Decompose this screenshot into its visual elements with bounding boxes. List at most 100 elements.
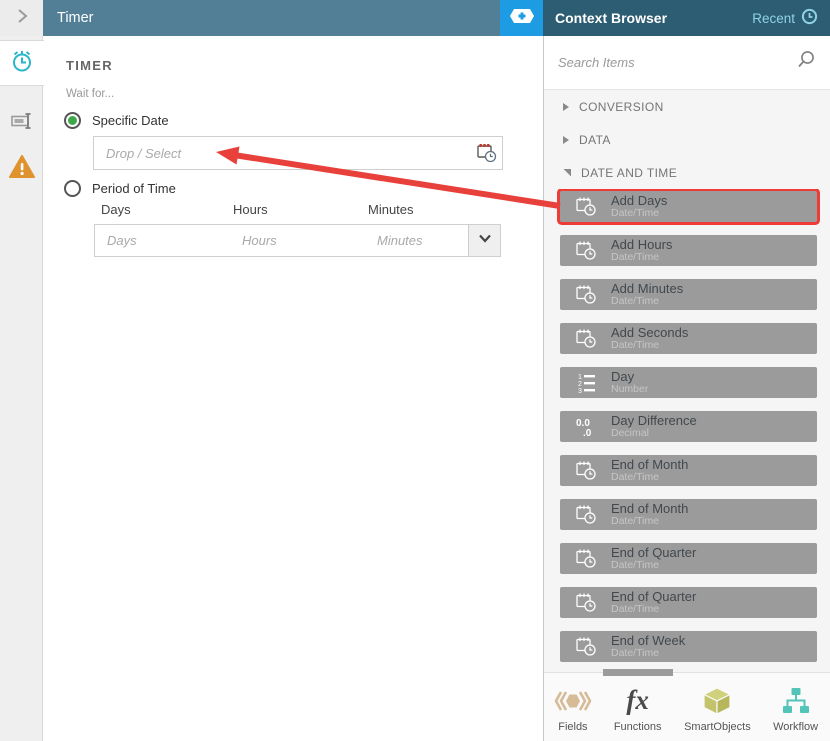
days-label: Days xyxy=(101,202,131,217)
list-item-end-of-quarter[interactable]: End of Quarter Date/Time xyxy=(560,587,817,618)
list-item-add-minutes[interactable]: Add Minutes Date/Time xyxy=(560,279,817,310)
item-type: Date/Time xyxy=(611,647,660,660)
item-type: Date/Time xyxy=(611,207,660,220)
calendar-clock-icon xyxy=(574,239,598,263)
list-item-add-seconds[interactable]: Add Seconds Date/Time xyxy=(560,323,817,354)
chevron-right-icon xyxy=(11,5,33,32)
list-item-add-days[interactable]: Add Days Date/Time xyxy=(560,191,817,222)
list-item-day-difference[interactable]: 0.0.0 Day Difference Decimal xyxy=(560,411,817,442)
svg-text:1: 1 xyxy=(578,374,582,381)
recent-button[interactable]: Recent xyxy=(752,8,818,28)
item-type: Date/Time xyxy=(611,515,660,528)
timer-panel-title: Timer xyxy=(43,0,500,36)
list-item-end-of-month[interactable]: End of Month Date/Time xyxy=(560,455,817,486)
context-browser-panel: CONVERSION DATA DATE AND TIME Add DaysDa… xyxy=(543,36,830,741)
svg-text:3: 3 xyxy=(578,388,582,394)
active-tab-indicator xyxy=(603,669,673,676)
item-title: Add Minutes xyxy=(611,280,684,296)
calendar-clock-icon xyxy=(574,327,598,351)
tab-label: Workflow xyxy=(773,720,819,733)
app-window: Timer Context Browser Recent TIMER Wait … xyxy=(0,0,830,741)
item-title: End of Week xyxy=(611,632,686,648)
list-item-add-hours[interactable]: Add Hours Date/Time xyxy=(560,235,817,266)
tab-workflow[interactable]: Workflow xyxy=(761,673,830,741)
section-label: DATA xyxy=(579,132,611,147)
item-type: Date/Time xyxy=(611,471,660,484)
wait-for-label: Wait for... xyxy=(66,88,115,100)
option-period-of-time[interactable]: Period of Time xyxy=(64,180,176,197)
svg-text:2: 2 xyxy=(578,381,582,388)
item-title: End of Month xyxy=(611,500,689,516)
item-title: End of Month xyxy=(611,456,689,472)
workflow-icon xyxy=(781,686,811,716)
tab-fields[interactable]: Fields xyxy=(544,673,602,741)
item-type: Decimal xyxy=(611,427,649,440)
section-data[interactable]: DATA xyxy=(544,123,830,156)
item-title: End of Quarter xyxy=(611,588,697,604)
item-type: Number xyxy=(611,383,649,396)
tag-plus-icon xyxy=(509,8,535,29)
smartobjects-icon xyxy=(701,686,733,716)
search-input[interactable] xyxy=(558,55,796,70)
list-item-end-of-quarter[interactable]: End of Quarter Date/Time xyxy=(560,543,817,574)
timer-icon xyxy=(9,48,35,79)
chevron-down-icon xyxy=(477,230,493,251)
tab-label: SmartObjects xyxy=(684,720,751,733)
sidebar-tab-timer[interactable] xyxy=(0,40,44,86)
panel-heading: TIMER xyxy=(66,58,113,73)
item-type: Date/Time xyxy=(611,295,660,308)
option-label: Specific Date xyxy=(92,113,169,128)
header-bar: Timer Context Browser Recent xyxy=(0,0,830,36)
search-bar xyxy=(544,36,830,90)
recent-label: Recent xyxy=(752,10,795,26)
list-item-day[interactable]: 123 Day Number xyxy=(560,367,817,398)
option-label: Period of Time xyxy=(92,181,176,196)
minutes-dropdown-button[interactable] xyxy=(468,225,500,256)
item-title: End of Quarter xyxy=(611,544,697,560)
hours-input[interactable] xyxy=(230,225,365,256)
item-title: Add Days xyxy=(611,192,668,208)
calendar-clock-icon xyxy=(574,503,598,527)
list-item-end-of-week[interactable]: End of Week Date/Time xyxy=(560,631,817,662)
radio-specific-date[interactable] xyxy=(64,112,81,129)
list-item-end-of-month[interactable]: End of Month Date/Time xyxy=(560,499,817,530)
item-title: Add Seconds xyxy=(611,324,689,340)
collapse-panel-button[interactable] xyxy=(0,0,43,36)
radio-period-of-time[interactable] xyxy=(64,180,81,197)
sidebar-tab-warnings[interactable] xyxy=(0,146,43,192)
section-date-and-time[interactable]: DATE AND TIME xyxy=(544,156,830,189)
tab-functions[interactable]: fx Functions xyxy=(602,673,674,741)
section-label: CONVERSION xyxy=(579,99,664,114)
specific-date-input[interactable] xyxy=(94,137,472,169)
item-type: Date/Time xyxy=(611,559,660,572)
function-item-list: Add Days Date/Time Add Hours Date/Time Add… xyxy=(544,189,830,672)
tab-label: Fields xyxy=(558,720,588,733)
functions-icon: fx xyxy=(626,685,649,715)
tab-label: Functions xyxy=(613,720,662,733)
minutes-label: Minutes xyxy=(368,202,414,217)
numbered-list-icon: 123 xyxy=(574,371,598,395)
add-item-badge[interactable] xyxy=(500,0,543,36)
clock-icon xyxy=(801,8,818,28)
context-browser-header: Context Browser Recent xyxy=(543,0,830,36)
item-title: Day xyxy=(611,368,635,384)
timer-config-panel: TIMER Wait for... Specific Date Perio xyxy=(44,36,543,741)
calendar-clock-icon xyxy=(574,459,598,483)
option-specific-date[interactable]: Specific Date xyxy=(64,112,169,129)
rename-icon xyxy=(9,108,35,139)
calendar-clock-icon xyxy=(574,591,598,615)
days-input[interactable] xyxy=(95,225,230,256)
calendar-clock-icon xyxy=(574,195,598,219)
calendar-clock-icon[interactable] xyxy=(472,137,502,169)
tab-smartobjects[interactable]: SmartObjects xyxy=(674,673,762,741)
specific-date-dropzone[interactable] xyxy=(93,136,503,170)
sidebar-tab-rename[interactable] xyxy=(0,100,43,146)
minutes-input[interactable] xyxy=(365,225,468,256)
section-conversion[interactable]: CONVERSION xyxy=(544,90,830,123)
search-icon[interactable] xyxy=(796,50,816,75)
calendar-clock-icon xyxy=(574,635,598,659)
left-sidebar xyxy=(0,36,44,741)
hours-label: Hours xyxy=(233,202,268,217)
item-type: Date/Time xyxy=(611,339,660,352)
item-title: Add Hours xyxy=(611,236,673,252)
